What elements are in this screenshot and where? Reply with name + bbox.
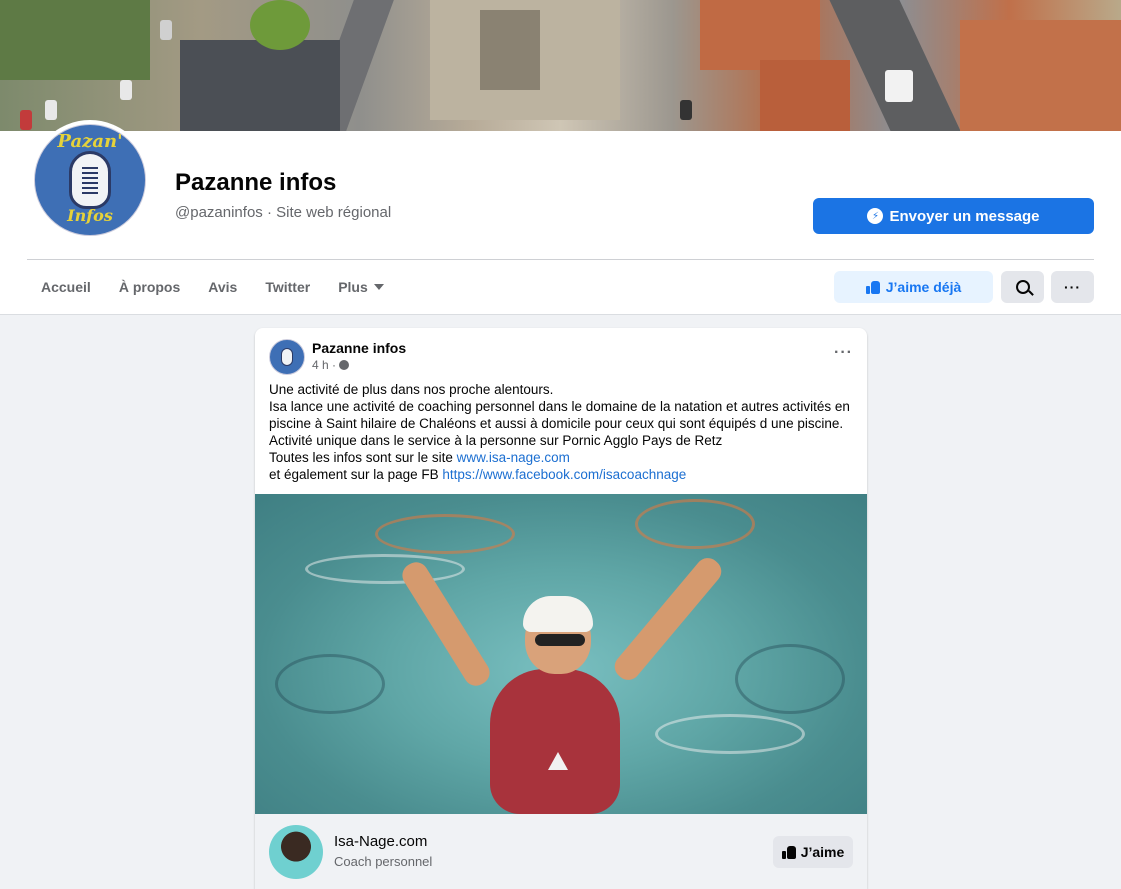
goggles [535,634,585,646]
post-text: Une activité de plus dans nos proche ale… [269,381,853,483]
thumbs-up-icon [865,280,880,294]
site-link[interactable]: www.isa-nage.com [457,450,570,465]
avatar-logo-text-bottom: Infos [67,206,113,225]
link-avatar[interactable] [269,825,323,879]
post-timestamp[interactable]: 4 h · [312,358,336,372]
microphone-icon [281,348,293,366]
send-message-button[interactable]: ⚡ Envoyer un message [813,198,1094,234]
post-text-line: Isa lance une activité de coaching perso… [269,399,850,414]
link-subtitle: Coach personnel [334,854,433,869]
post-options-button[interactable]: ··· [834,344,853,362]
liked-button[interactable]: J’aime déjà [834,271,993,303]
post-text-line: Activité unique dans le service à la per… [269,433,723,448]
tab-twitter[interactable]: Twitter [251,270,324,304]
swimsuit [490,669,620,814]
post-text-line: Toutes les infos sont sur le site www.is… [269,449,853,466]
swim-cap [523,596,593,632]
cover-photo[interactable] [0,0,1121,131]
page-avatar[interactable]: Pazan' Infos [30,120,150,240]
link-title[interactable]: Isa-Nage.com [334,833,427,850]
globe-icon [339,360,350,370]
post-image[interactable] [255,494,867,814]
header-divider [27,259,1094,260]
send-message-label: Envoyer un message [889,207,1040,225]
post-text-line: piscine à Saint hilaire de Chaléons et a… [269,416,844,431]
caret-down-icon [373,284,384,290]
site-line-prefix: Toutes les infos sont sur le site [269,450,457,465]
page-subtitle: @pazaninfos · Site web régional [175,204,392,221]
post-author-avatar[interactable] [269,339,305,375]
page-title[interactable]: Pazanne infos [175,169,336,197]
tab-plus[interactable]: Plus [324,270,398,304]
post-card: Pazanne infos 4 h · ··· Une activité de … [255,328,867,889]
post-meta: 4 h · [312,358,350,372]
microphone-icon [69,151,111,209]
messenger-icon: ⚡ [867,208,884,224]
post-text-line: Une activité de plus dans nos proche ale… [269,382,554,397]
tab-a-propos[interactable]: À propos [105,270,194,304]
post-author-name[interactable]: Pazanne infos [312,340,406,356]
tab-accueil[interactable]: Accueil [27,270,105,304]
tab-plus-label: Plus [338,279,368,295]
page-nav: Accueil À propos Avis Twitter Plus [27,270,398,304]
thumbs-up-icon [781,845,796,859]
avatar-logo-text-top: Pazan' [57,131,123,152]
liked-button-label: J’aime déjà [885,279,962,295]
fb-line-prefix: et également sur la page FB [269,467,443,482]
like-page-label: J’aime [800,844,845,860]
more-options-button[interactable]: ··· [1051,271,1094,303]
swimsuit-star [548,752,568,770]
facebook-link[interactable]: https://www.facebook.com/isacoachnage [442,467,686,482]
like-page-button[interactable]: J’aime [773,836,853,868]
search-button[interactable] [1001,271,1044,303]
link-preview[interactable]: Isa-Nage.com Coach personnel J’aime [255,814,867,889]
tab-avis[interactable]: Avis [194,270,251,304]
post-text-line: et également sur la page FB https://www.… [269,466,853,483]
search-icon [1015,280,1030,294]
